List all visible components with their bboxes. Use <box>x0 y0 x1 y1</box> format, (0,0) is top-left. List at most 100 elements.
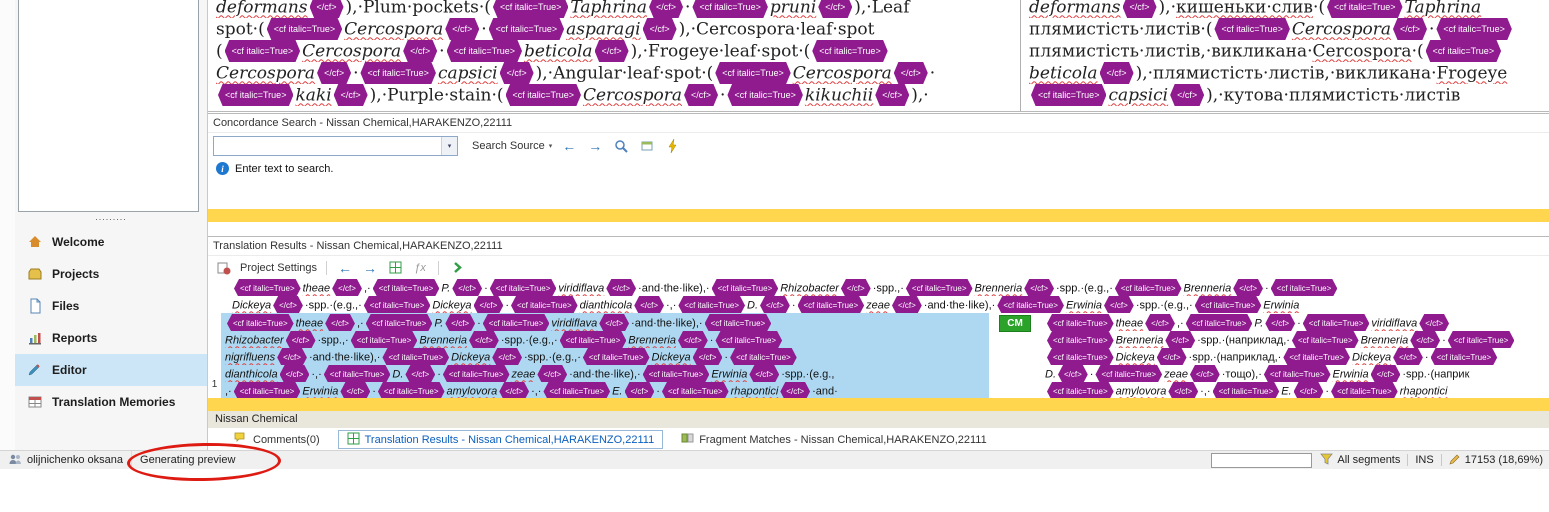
cf-open-tag-pill: <cf italic=True> <box>483 314 550 331</box>
text-run: · <box>1429 20 1434 40</box>
text-run: capsici <box>438 64 498 84</box>
cf-close-tag-pill: </cf> <box>1190 365 1220 382</box>
text-run: beticola <box>524 42 593 62</box>
cf-close-tag-pill: </cf> <box>875 84 909 106</box>
text-run: Cercospora <box>583 86 682 106</box>
cf-close-tag-pill: </cf> <box>492 348 522 365</box>
cf-close-tag-pill: </cf> <box>1393 348 1423 365</box>
search-back-button[interactable]: ← <box>560 137 578 155</box>
quick-search-lightning-icon[interactable] <box>664 137 682 155</box>
text-run: zeae <box>512 368 536 380</box>
file-icon <box>27 298 43 314</box>
combobox-dropdown-button[interactable]: ▾ <box>441 137 457 155</box>
project-settings-icon[interactable] <box>215 259 233 277</box>
filter-label: All segments <box>1337 454 1400 466</box>
navigation-pane: ......... Welcome Projects Files Reports… <box>15 0 207 450</box>
text-run: asparagi <box>566 20 640 40</box>
text-run: ,· <box>357 317 364 329</box>
progress-indicator: 17153 (18,69%) <box>1449 453 1543 468</box>
cf-close-tag-pill: </cf> <box>445 314 475 331</box>
navigation-tree-panel[interactable] <box>18 0 199 212</box>
cf-open-tag-pill: <cf italic=True> <box>447 40 522 62</box>
text-run: ·spp.·(e.g.,· <box>305 299 362 311</box>
text-run: capsici <box>1108 86 1168 106</box>
cf-open-tag-pill: <cf italic=True> <box>378 382 445 398</box>
text-run: Dickeya <box>1352 351 1391 363</box>
text-run: Erwinia <box>1333 368 1369 380</box>
tab-comments[interactable]: Comments(0) <box>226 431 328 448</box>
cf-close-tag-pill: </cf> <box>1165 331 1195 348</box>
cf-open-tag-pill: <cf italic=True> <box>678 296 745 313</box>
text-run: Dickeya <box>451 351 490 363</box>
cf-close-tag-pill: </cf> <box>1371 365 1401 382</box>
cf-open-tag-pill: <cf italic=True> <box>493 0 568 18</box>
text-run: ·( <box>1412 42 1424 62</box>
status-bar-right: All segments INS 17153 (18,69%) <box>1211 451 1549 469</box>
auto-translate-fx-icon[interactable]: ƒx <box>411 259 429 277</box>
sidebar-item-projects[interactable]: Projects <box>15 258 207 290</box>
text-run: · <box>505 299 509 311</box>
text-line: <cf italic=True>Brenneria</cf>·spp.·(нап… <box>1045 331 1545 348</box>
text-run: ·spp.·(e.g., <box>781 368 834 380</box>
text-run: ·and·the·like),· <box>569 368 641 380</box>
text-run: rhapontici <box>731 385 779 397</box>
pane-splitter-handle[interactable]: ......... <box>15 212 207 223</box>
source-segment-pane[interactable]: deformans</cf>),·Plum·pockets·(<cf itali… <box>208 0 1020 107</box>
editor-workspace: deformans</cf>),·Plum·pockets·(<cf itali… <box>207 0 1549 450</box>
text-run: ·spp.·(e.g.,· <box>1056 282 1113 294</box>
text-run: ),·Purple·stain·( <box>370 86 504 106</box>
text-run: P. <box>1254 317 1263 329</box>
text-run: · <box>1442 334 1446 346</box>
text-run: amylovora <box>1116 385 1167 397</box>
concordance-search-input[interactable] <box>214 137 441 155</box>
sidebar-item-label: Reports <box>52 331 97 345</box>
sidebar-item-editor[interactable]: Editor <box>15 354 207 386</box>
cf-close-tag-pill: </cf> <box>818 0 852 18</box>
cf-open-tag-pill: <cf italic=True> <box>360 62 435 84</box>
tm-match-row[interactable]: 1 <cf italic=True>theae</cf>,·<cf italic… <box>208 313 1549 398</box>
text-run: E. <box>612 385 622 397</box>
insert-translation-icon[interactable] <box>386 259 404 277</box>
chevron-down-icon: ▾ <box>448 142 452 150</box>
text-run: ·spp.·(e.g.,· <box>501 334 558 346</box>
tab-fragment-matches[interactable]: Fragment Matches - Nissan Chemical,HARAK… <box>673 431 995 448</box>
text-run: ( <box>216 42 223 62</box>
previous-result-button[interactable]: ← <box>336 259 354 277</box>
text-line: deformans</cf>),·Plum·pockets·(<cf itali… <box>216 0 1020 18</box>
text-run: Dickeya <box>232 299 271 311</box>
search-forward-button[interactable]: → <box>586 137 604 155</box>
concordance-settings-icon[interactable] <box>612 137 630 155</box>
tm-name-bar: Nissan Chemical <box>208 411 1549 428</box>
concordance-panel-title: Concordance Search - Nissan Chemical,HAR… <box>208 113 1549 133</box>
sidebar-item-translation-memories[interactable]: Translation Memories <box>15 386 207 418</box>
text-run: ·and·the·like),· <box>309 351 381 363</box>
segment-filter-input[interactable] <box>1211 453 1312 468</box>
text-run: · <box>656 385 660 397</box>
text-run: E. <box>1281 385 1291 397</box>
text-run: Erwinia <box>1066 299 1102 311</box>
cf-close-tag-pill: </cf> <box>277 348 307 365</box>
segment-filter-display[interactable]: All segments <box>1320 453 1400 468</box>
text-run: · <box>1325 385 1329 397</box>
project-settings-button[interactable]: Project Settings <box>240 262 317 274</box>
next-result-button[interactable]: → <box>361 259 379 277</box>
toolbar-separator <box>438 261 439 275</box>
apply-translation-chevron-icon[interactable] <box>448 259 466 277</box>
sidebar-item-welcome[interactable]: Welcome <box>15 226 207 258</box>
sidebar-item-reports[interactable]: Reports <box>15 322 207 354</box>
text-run: ,· <box>225 385 232 397</box>
text-run: spot·( <box>216 20 265 40</box>
insert-mode-indicator[interactable]: INS <box>1415 454 1433 466</box>
text-run: ·spp.·(e.g.,· <box>1136 299 1193 311</box>
target-segment-pane[interactable]: deformans</cf>),·кишеньки·слив·(<cf ital… <box>1021 0 1549 107</box>
concordance-search-combobox[interactable]: ▾ <box>213 136 458 156</box>
cf-close-tag-pill: </cf> <box>634 296 664 313</box>
export-results-icon[interactable] <box>638 137 656 155</box>
text-run: ),·Frogeye·leaf·spot·( <box>631 42 811 62</box>
cf-close-tag-pill: </cf> <box>280 365 310 382</box>
search-scope-dropdown[interactable]: Search Source ▾ <box>472 140 552 152</box>
tab-translation-results[interactable]: Translation Results - Nissan Chemical,HA… <box>338 430 664 449</box>
sidebar-item-files[interactable]: Files <box>15 290 207 322</box>
cf-open-tag-pill: <cf italic=True> <box>705 314 772 331</box>
text-line: <cf italic=True>capsici</cf>),·кутова·пл… <box>1029 84 1549 106</box>
